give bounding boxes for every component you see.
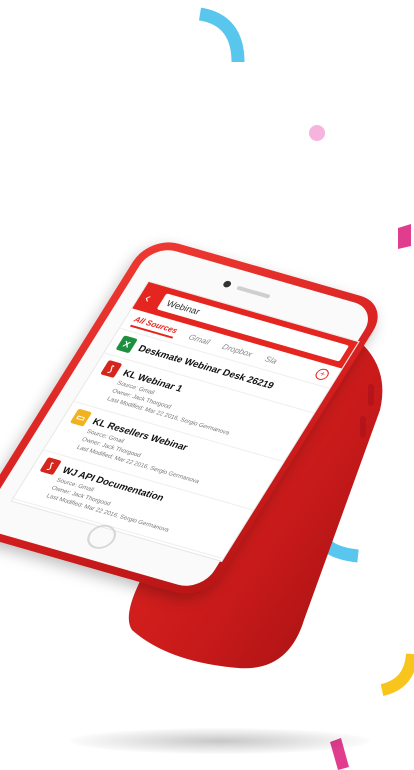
tab-gmail[interactable]: Gmail (187, 332, 212, 346)
pdf-icon: ⟆ (39, 457, 62, 476)
phone-shadow (70, 728, 370, 754)
side-button (360, 416, 366, 438)
excel-icon: X (115, 335, 138, 354)
tab-sla[interactable]: Sla (263, 354, 279, 365)
confetti-magenta-piece (398, 224, 411, 249)
earpiece-speaker (235, 285, 271, 299)
confetti-blue-arc-top (198, 7, 245, 63)
front-camera-icon (221, 280, 233, 289)
confetti-pink-dot (309, 125, 325, 141)
back-arrow-icon[interactable]: ‹ (142, 290, 160, 307)
folder-icon: ▭ (69, 408, 93, 427)
search-input-value: Webinar (164, 298, 203, 317)
tab-dropbox[interactable]: Dropbox (221, 342, 255, 358)
pdf-icon: ⟆ (100, 359, 123, 378)
add-source-icon[interactable]: + (313, 367, 332, 382)
doc-icon: ≡ (10, 505, 32, 524)
side-button (368, 384, 374, 406)
